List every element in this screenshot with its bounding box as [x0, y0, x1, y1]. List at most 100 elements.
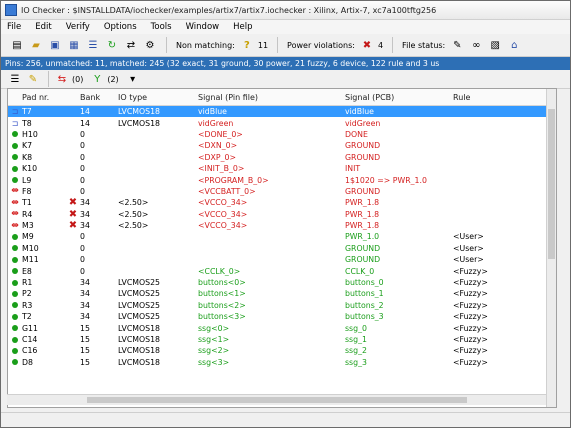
status-dot-icon — [12, 290, 18, 297]
question-icon[interactable]: ? — [239, 37, 255, 53]
diff-arrows-icon[interactable]: ⇆ — [54, 72, 70, 86]
error-x-icon[interactable]: ✖ — [359, 37, 375, 53]
rule-filter-icon[interactable]: Y — [89, 72, 105, 86]
menu-window[interactable]: Window — [186, 22, 220, 32]
cell-pad: M10 — [22, 243, 39, 253]
menu-file[interactable]: File — [7, 22, 21, 32]
status-dot-icon — [12, 142, 18, 149]
table-row[interactable]: R1 34 LVCMOS25 buttons<0> buttons_0 <Fuzzy> — [8, 277, 556, 288]
cell-signal-pcb: buttons_0 — [345, 278, 384, 288]
cell-pad: H10 — [22, 129, 38, 139]
link-icon[interactable]: ∞ — [468, 37, 484, 53]
compare-icon[interactable]: ⇄ — [123, 37, 139, 53]
cell-pad: L9 — [22, 175, 32, 185]
list-filter-icon[interactable]: ☰ — [7, 72, 23, 86]
table-row[interactable]: K8 0 <DXP_0> GROUND — [8, 152, 556, 163]
column-header-signal-pcb[interactable]: Signal (PCB) — [345, 93, 453, 102]
table-row[interactable]: E8 0 <CCLK_0> CCLK_0 <Fuzzy> — [8, 265, 556, 276]
power-violations-label: Power violations: — [287, 40, 355, 50]
column-header-rule[interactable]: Rule — [453, 93, 533, 102]
table-row[interactable]: K10 0 <INIT_B_0> INIT — [8, 163, 556, 174]
column-header-io-type[interactable]: IO type — [118, 93, 198, 102]
table-row[interactable]: C14 15 LVCMOS18 ssg<1> ssg_1 <Fuzzy> — [8, 334, 556, 345]
table-row[interactable]: C16 15 LVCMOS18 ssg<2> ssg_2 <Fuzzy> — [8, 345, 556, 356]
rule-count: (2) — [107, 74, 119, 84]
table-row[interactable]: R3 34 LVCMOS25 buttons<2> buttons_2 <Fuzzy> — [8, 300, 556, 311]
table-row[interactable]: M9 0 PWR_1.0 <User> — [8, 231, 556, 242]
cell-bank: 0 — [80, 164, 85, 174]
highlight-icon[interactable]: ✎ — [25, 72, 41, 86]
table-row[interactable]: ⇹ F8 0 <VCCBATT_0> GROUND — [8, 186, 556, 197]
pcb-signal-icon: ⊐ — [11, 107, 19, 117]
toolbar-separator — [166, 37, 167, 53]
cell-bank: 34 — [80, 278, 90, 288]
menu-tools[interactable]: Tools — [151, 22, 172, 32]
home-icon[interactable]: ⌂ — [506, 37, 522, 53]
app-icon — [5, 4, 17, 16]
table-row[interactable]: M10 0 GROUND <User> — [8, 243, 556, 254]
table-row[interactable]: ⊐ T8 14 LVCMOS18 vidGreen vidGreen — [8, 117, 556, 128]
menu-edit[interactable]: Edit — [35, 22, 51, 32]
cell-rule: <User> — [453, 255, 484, 265]
cell-bank: 0 — [80, 152, 85, 162]
status-dot-icon — [12, 279, 18, 286]
edit-pencil-icon[interactable]: ✎ — [449, 37, 465, 53]
scroll-thumb[interactable] — [548, 109, 555, 259]
list-view-icon[interactable]: ☰ — [85, 37, 101, 53]
cell-signal-pcb: buttons_2 — [345, 300, 384, 310]
table-row[interactable]: K7 0 <DXN_0> GROUND — [8, 140, 556, 151]
horizontal-scrollbar[interactable] — [7, 394, 546, 405]
table-row[interactable]: M11 0 GROUND <User> — [8, 254, 556, 265]
table-row[interactable]: T2 34 LVCMOS25 buttons<3> buttons_3 <Fuzzy> — [8, 311, 556, 322]
table-row[interactable]: ⇹ M3 ✖ 34 <2.50> <VCCO_34> PWR_1.8 — [8, 220, 556, 231]
pin-conflict-icon: ⇹ — [11, 197, 19, 208]
status-dot-icon — [12, 347, 18, 354]
column-header-signal-pin[interactable]: Signal (Pin file) — [198, 93, 345, 102]
toolbar-separator — [392, 37, 394, 53]
table-row[interactable]: D8 15 LVCMOS18 ssg<3> ssg_3 <Fuzzy> — [8, 357, 556, 368]
cell-signal-pin: ssg<3> — [198, 357, 230, 367]
cell-rule: <Fuzzy> — [453, 335, 488, 344]
table-row[interactable]: ⊐ T7 14 LVCMOS18 vidBlue vidBlue — [8, 106, 556, 118]
cell-signal-pin: <CCLK_0> — [198, 266, 241, 276]
save-icon[interactable]: ▣ — [47, 37, 63, 53]
cell-bank: 15 — [80, 357, 90, 367]
cell-rule: <Fuzzy> — [453, 323, 488, 333]
pcb-file-icon[interactable]: ▧ — [487, 37, 503, 53]
cell-signal-pin: <VCCO_34> — [198, 198, 248, 208]
menu-help[interactable]: Help — [233, 22, 252, 32]
dropdown-icon[interactable]: ▾ — [125, 72, 141, 86]
pin-conflict-icon: ⇹ — [11, 209, 19, 220]
cell-rule: <Fuzzy> — [453, 278, 488, 288]
cell-bank: 0 — [80, 232, 85, 242]
table-row[interactable]: L9 0 <PROGRAM_B_0> 1$1020 => PWR_1.0 — [8, 174, 556, 185]
table-row[interactable]: ⇹ R4 ✖ 34 <2.50> <VCCO_34> PWR_1.8 — [8, 209, 556, 220]
refresh-icon[interactable]: ↻ — [104, 37, 120, 53]
table-row[interactable]: P2 34 LVCMOS25 buttons<1> buttons_1 <Fuzzy> — [8, 288, 556, 299]
cell-bank: 34 — [80, 289, 90, 299]
table-header: Pad nr. Bank IO type Signal (Pin file) S… — [8, 89, 556, 106]
settings-dropdown-icon[interactable]: ⚙ — [142, 37, 158, 53]
table-row[interactable]: G11 15 LVCMOS18 ssg<0> ssg_0 <Fuzzy> — [8, 322, 556, 333]
cell-pad: K8 — [22, 152, 33, 162]
cell-signal-pin: buttons<1> — [198, 289, 246, 299]
cell-io-type: LVCMOS25 — [118, 289, 160, 299]
status-dot-icon — [12, 325, 18, 332]
table-row[interactable]: H10 0 <DONE_0> DONE — [8, 129, 556, 140]
table-row[interactable]: ⇹ T1 ✖ 34 <2.50> <VCCO_34> PWR_1.8 — [8, 197, 556, 208]
cell-signal-pcb: vidBlue — [345, 107, 374, 117]
menu-bar: File Edit Verify Options Tools Window He… — [1, 20, 570, 34]
new-file-icon[interactable]: ▤ — [9, 37, 25, 53]
menu-options[interactable]: Options — [104, 22, 137, 32]
cell-signal-pin: ssg<2> — [198, 346, 230, 356]
column-header-bank[interactable]: Bank — [80, 93, 118, 102]
cell-rule: <User> — [453, 243, 484, 253]
vertical-scrollbar[interactable] — [546, 89, 556, 407]
table-view-icon[interactable]: ▦ — [66, 37, 82, 53]
open-folder-icon[interactable]: ▰ — [28, 37, 44, 53]
scroll-thumb[interactable] — [87, 397, 467, 403]
status-dot-icon — [12, 154, 18, 161]
column-header-pad[interactable]: Pad nr. — [22, 93, 66, 102]
cell-signal-pin: ssg<0> — [198, 323, 230, 333]
menu-verify[interactable]: Verify — [66, 22, 90, 32]
